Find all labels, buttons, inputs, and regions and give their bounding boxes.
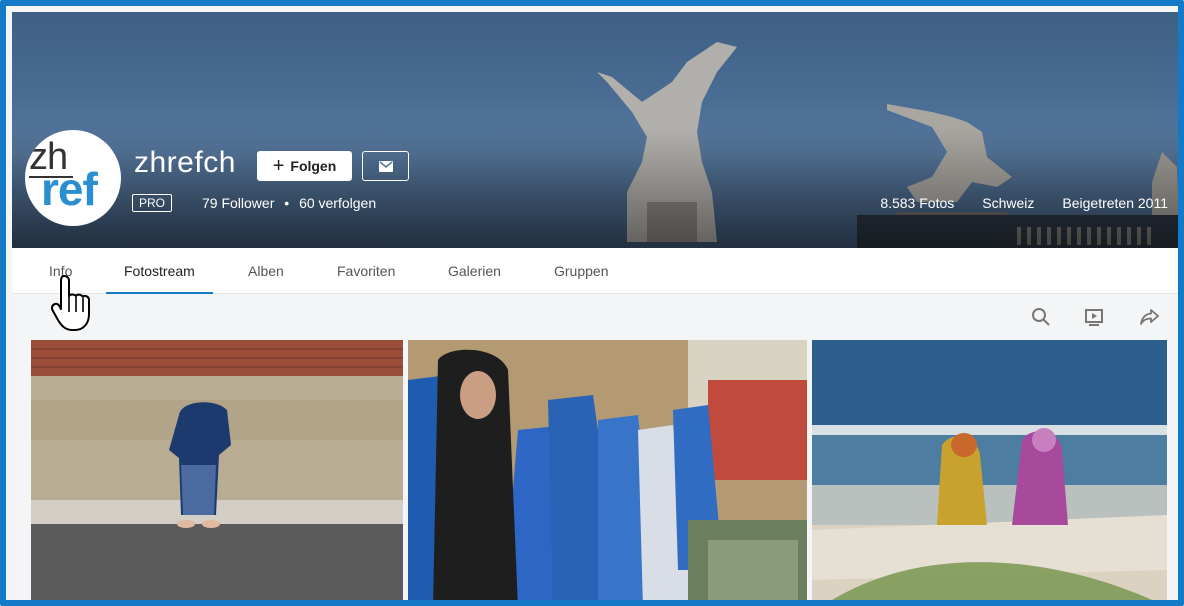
photo-tile-1[interactable] bbox=[31, 340, 403, 600]
avatar-text-bottom: ref bbox=[41, 163, 98, 215]
profile-tabs: Info Fotostream Alben Favoriten Galerien… bbox=[12, 248, 1178, 294]
tab-gruppen[interactable]: Gruppen bbox=[554, 248, 608, 294]
angel-statue-image bbox=[587, 42, 757, 248]
trumpeter-statue-image bbox=[877, 92, 1027, 248]
mail-button[interactable] bbox=[362, 151, 409, 181]
profile-username: zhrefch bbox=[134, 146, 236, 179]
photos-count: 8.583 Fotos bbox=[880, 195, 955, 211]
tab-gruppen-label: Gruppen bbox=[554, 263, 609, 279]
balustrade-image bbox=[857, 207, 1178, 248]
tab-fotostream[interactable]: Fotostream bbox=[106, 248, 213, 294]
hand-cursor-icon bbox=[50, 274, 100, 337]
pro-badge: PRO bbox=[132, 194, 173, 212]
tab-galerien[interactable]: Galerien bbox=[448, 248, 501, 294]
mail-icon bbox=[378, 160, 393, 172]
joined-date: Beigetreten 2011 bbox=[1062, 195, 1168, 211]
location: Schweiz bbox=[982, 195, 1035, 211]
slideshow-icon[interactable] bbox=[1083, 306, 1105, 328]
photo-tile-2[interactable] bbox=[408, 340, 807, 600]
followers-link[interactable]: 79 Follower bbox=[202, 195, 274, 211]
follow-button-label: Folgen bbox=[290, 158, 337, 174]
cover-photo bbox=[12, 12, 1178, 248]
search-icon[interactable] bbox=[1030, 306, 1052, 328]
tab-favoriten[interactable]: Favoriten bbox=[337, 248, 395, 294]
separator-dot: • bbox=[284, 195, 290, 211]
tab-favoriten-label: Favoriten bbox=[337, 263, 396, 279]
follow-button[interactable]: + Folgen bbox=[257, 151, 352, 181]
share-icon[interactable] bbox=[1139, 306, 1161, 328]
tab-galerien-label: Galerien bbox=[448, 263, 501, 279]
follow-stats: 79 Follower • 60 verfolgen bbox=[202, 195, 376, 211]
active-tab-indicator bbox=[106, 292, 213, 294]
statue-image-right bbox=[1142, 132, 1178, 242]
following-link[interactable]: 60 verfolgen bbox=[299, 195, 376, 211]
profile-meta: 8.583 Fotos Schweiz Beigetreten 2011 bbox=[880, 195, 1168, 211]
tab-alben[interactable]: Alben bbox=[248, 248, 284, 294]
tab-fotostream-label: Fotostream bbox=[124, 263, 195, 279]
plus-icon: + bbox=[272, 155, 285, 177]
photo-tile-3[interactable] bbox=[812, 340, 1167, 600]
app-window: zh ref zhrefch + Folgen PRO 79 Follower … bbox=[0, 0, 1184, 606]
avatar[interactable]: zh ref bbox=[25, 130, 121, 226]
tab-alben-label: Alben bbox=[248, 263, 284, 279]
